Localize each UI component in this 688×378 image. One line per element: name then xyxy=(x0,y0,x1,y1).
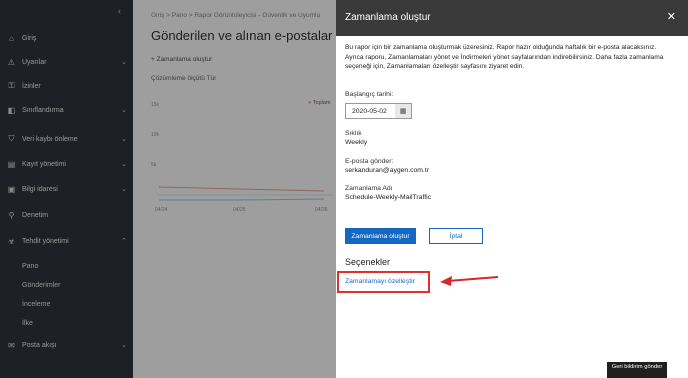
schedule-name-label: Zamanlama Adı xyxy=(345,185,393,192)
panel-description: Bu rapor için bir zamanlama oluşturmak ü… xyxy=(345,44,664,71)
annotation-arrow-icon xyxy=(440,276,499,286)
options-section-title: Seçenekler xyxy=(345,257,391,267)
start-date-field[interactable]: 2020-05-02 ▦ xyxy=(345,103,412,119)
panel-header: Zamanlama oluştur ✕ xyxy=(336,0,688,36)
feedback-button[interactable]: Geri bildirim gönder xyxy=(607,362,667,378)
start-date-value: 2020-05-02 xyxy=(352,107,387,115)
panel-title: Zamanlama oluştur xyxy=(345,12,431,23)
email-label: E-posta gönder: xyxy=(345,158,394,165)
close-icon[interactable]: ✕ xyxy=(667,10,676,23)
calendar-icon[interactable]: ▦ xyxy=(395,104,411,118)
create-schedule-submit-button[interactable]: Zamanlama oluştur xyxy=(345,228,416,244)
frequency-label: Sıklık xyxy=(345,130,362,137)
email-value: serkanduran@aygen.com.tr xyxy=(345,167,429,174)
cancel-button[interactable]: İptal xyxy=(429,228,483,244)
frequency-value: Weekly xyxy=(345,139,368,146)
schedule-name-value: Schedule-Weekly-MailTraffic xyxy=(345,194,431,201)
customize-schedule-link[interactable]: Zamanlamayı özelleştir xyxy=(345,278,415,285)
start-date-label: Başlangıç tarihi: xyxy=(345,91,394,98)
create-schedule-panel: Zamanlama oluştur ✕ Bu rapor için bir za… xyxy=(336,0,688,378)
